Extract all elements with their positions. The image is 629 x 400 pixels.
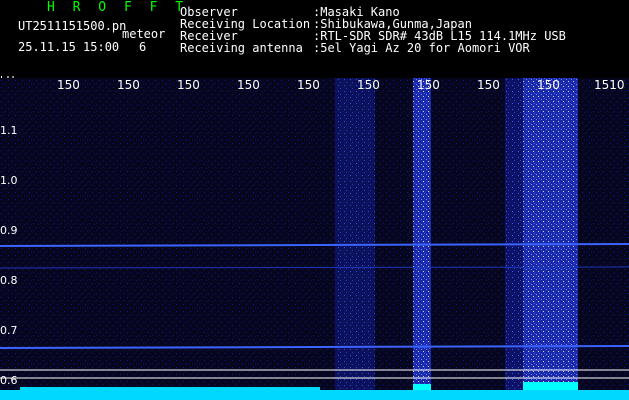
y-tick-label: 0.8 <box>0 274 18 287</box>
x-tick-label: 150 <box>417 78 440 92</box>
x-tick-label: 150 <box>477 78 500 92</box>
x-tick-label: 150 <box>237 78 260 92</box>
antenna-value: :5el Yagi Az 20 for Aomori VOR <box>313 41 530 55</box>
x-tick-label: 150 <box>117 78 140 92</box>
signal-band <box>335 78 375 400</box>
app-title: H R O F F T <box>47 0 189 15</box>
signal-band <box>505 78 523 400</box>
channel-number: 6 <box>139 40 147 54</box>
spectrogram-canvas <box>0 78 629 400</box>
mode-label: meteor <box>122 27 166 41</box>
signal-band <box>523 78 578 400</box>
file-name: UT2511151500.pn <box>18 19 127 33</box>
y-tick-label: 0.7 <box>0 324 18 337</box>
x-tick-label: 150 <box>357 78 380 92</box>
header: H R O F F T UT2511151500.pn meteor 25.11… <box>0 0 629 78</box>
x-tick-label: 150 <box>57 78 80 92</box>
spectrogram <box>0 78 629 400</box>
y-tick-label: 0.9 <box>0 224 18 237</box>
date-time: 25.11.15 15:00 <box>18 40 120 54</box>
x-tick-label: 150 <box>537 78 560 92</box>
signal-band <box>413 78 431 400</box>
y-tick-label: 0.6 <box>0 374 18 387</box>
x-tick-label: 150 <box>177 78 200 92</box>
y-tick-label: 1.1 <box>0 124 18 137</box>
x-tick-label: 150 <box>297 78 320 92</box>
antenna-label: Receiving antenna <box>180 41 303 55</box>
x-tick-label: 1510 <box>594 78 625 92</box>
y-tick-label: 1.0 <box>0 174 18 187</box>
